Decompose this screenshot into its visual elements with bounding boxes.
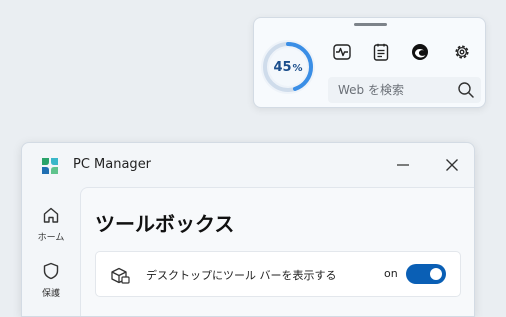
show-toolbar-toggle[interactable] xyxy=(406,264,446,284)
close-button[interactable] xyxy=(440,153,464,177)
gauge-percent-value: 45 xyxy=(273,59,292,75)
toggle-state-text: on xyxy=(384,267,398,280)
shield-icon xyxy=(43,262,59,280)
notes-icon[interactable] xyxy=(371,42,391,62)
app-title: PC Manager xyxy=(73,157,152,172)
nav-item-home[interactable]: ホーム xyxy=(22,206,80,243)
nav-item-protection[interactable]: 保護 xyxy=(22,262,80,299)
toolbar-setting-card: デスクトップにツール バーを表示する on xyxy=(95,251,461,297)
show-toolbar-label: デスクトップにツール バーを表示する xyxy=(146,269,337,282)
search-placeholder: Web を検索 xyxy=(338,83,404,97)
title-bar[interactable]: PC Manager xyxy=(22,143,474,187)
nav-label-protection: 保護 xyxy=(41,289,60,299)
search-icon[interactable] xyxy=(457,81,475,103)
settings-gear-icon[interactable] xyxy=(452,42,472,62)
drag-handle[interactable] xyxy=(354,23,387,26)
heart-rate-icon[interactable] xyxy=(332,42,352,62)
pc-manager-window: PC Manager ホーム 保護 ツールボックス デスクトップにツール バーを… xyxy=(21,142,475,317)
gauge-percent: 45% xyxy=(260,39,316,95)
nav-label-home: ホーム xyxy=(37,233,65,243)
home-icon xyxy=(43,207,59,223)
toolbox-icon xyxy=(111,267,130,284)
side-navigation: ホーム 保護 xyxy=(22,187,80,316)
floating-toolbar-widget: 45% Web を検索 xyxy=(253,17,486,108)
page-title: ツールボックス xyxy=(95,212,235,236)
content-pane: ツールボックス デスクトップにツール バーを表示する on xyxy=(80,187,474,316)
edge-browser-icon[interactable] xyxy=(410,42,430,62)
toggle-knob xyxy=(430,268,442,280)
gauge-percent-sign: % xyxy=(292,62,303,74)
web-search-box[interactable]: Web を検索 xyxy=(328,77,481,103)
minimize-button[interactable] xyxy=(391,153,415,177)
pc-manager-logo-icon xyxy=(42,158,58,174)
